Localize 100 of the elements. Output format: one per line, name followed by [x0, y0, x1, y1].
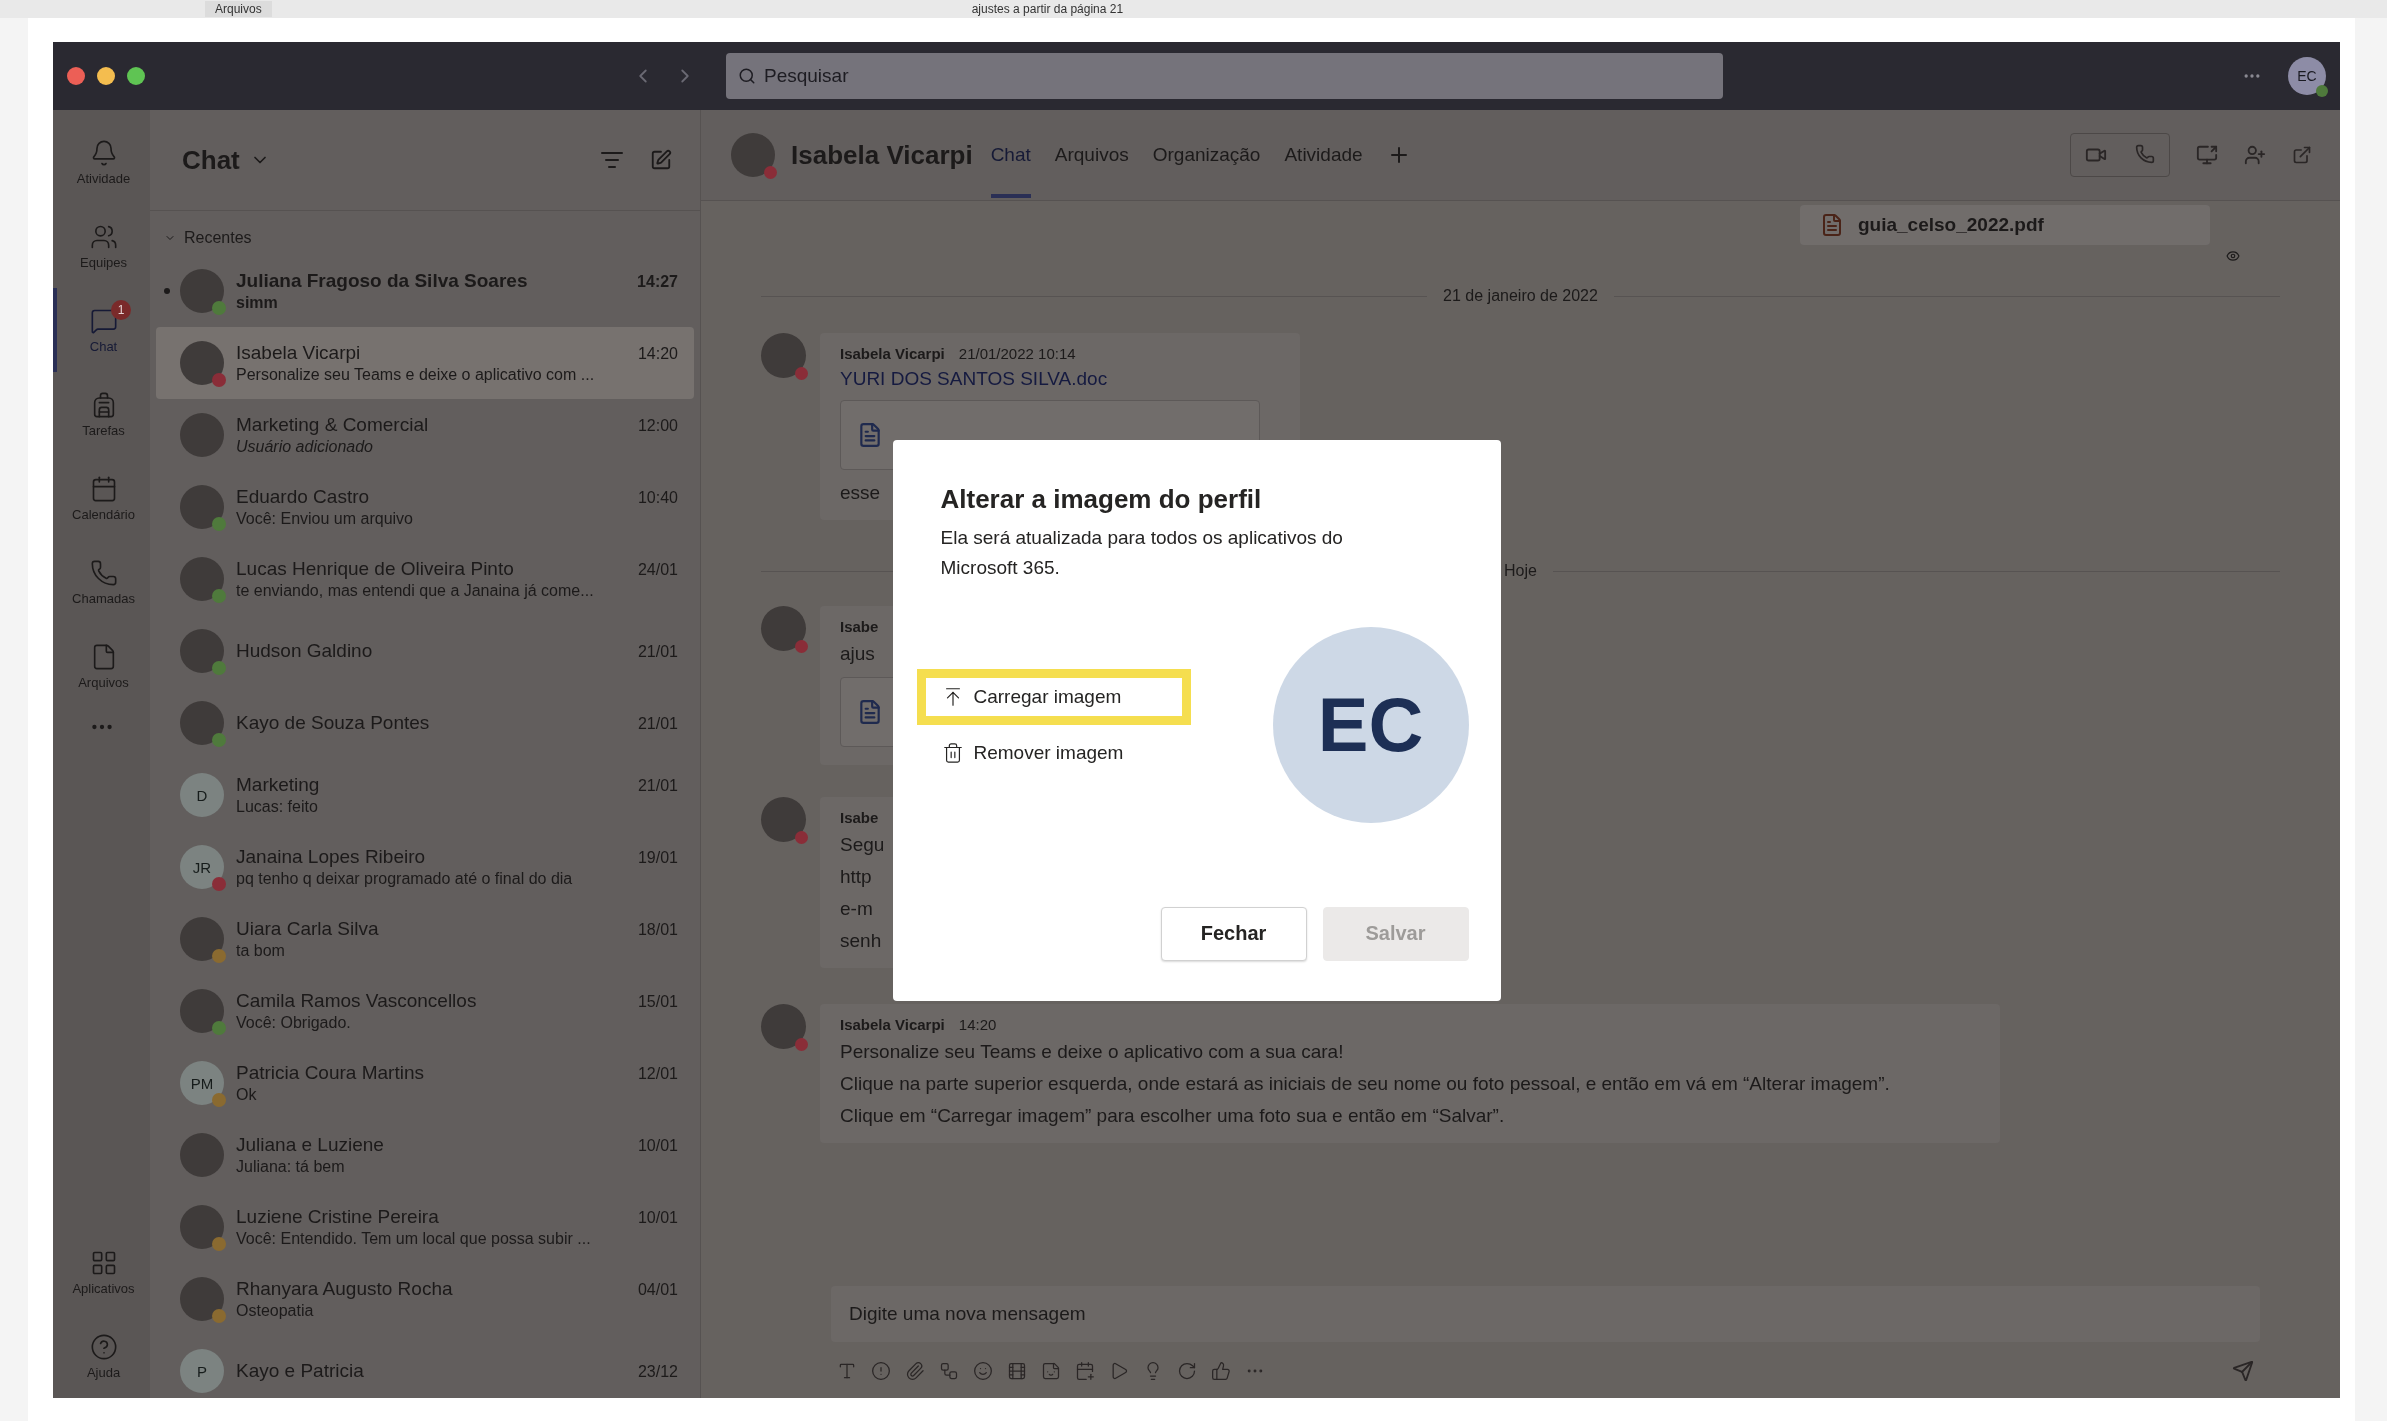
chat-item[interactable]: Eduardo Castro 10:40 Você: Enviou um arquivo	[156, 471, 694, 543]
chat-item[interactable]: Rhanyara Augusto Rocha 04/01 Osteopatia	[156, 1263, 694, 1335]
rail-item[interactable]: Aplicativos	[53, 1230, 150, 1314]
maximize-icon[interactable]	[127, 67, 145, 85]
chat-item[interactable]: PM Patricia Coura Martins 12/01 Ok	[156, 1047, 694, 1119]
chat-item[interactable]: Juliana Fragoso da Silva Soares 14:27 simm	[156, 255, 694, 327]
close-icon[interactable]	[67, 67, 85, 85]
rail-item[interactable]: Equipes	[53, 204, 150, 288]
share-screen-icon[interactable]	[2196, 144, 2218, 166]
chat-name: Lucas Henrique de Oliveira Pinto	[236, 558, 514, 580]
rail-item[interactable]: Chamadas	[53, 540, 150, 624]
chat-item[interactable]: Camila Ramos Vasconcellos 15/01 Você: Obrigado.	[156, 975, 694, 1047]
tab[interactable]: Atividade	[1284, 112, 1363, 198]
chat-item[interactable]: Luziene Cristine Pereira 10/01 Você: Entendido. Tem um local que possa subir ...	[156, 1191, 694, 1263]
rail-item[interactable]: Tarefas	[53, 372, 150, 456]
avatar	[180, 1133, 224, 1177]
pop-out-icon[interactable]	[2292, 145, 2312, 165]
chat-name: Juliana Fragoso da Silva Soares	[236, 270, 528, 292]
chat-item[interactable]: JR Janaina Lopes Ribeiro 19/01 pq tenho q deixar programado até o final do dia	[156, 831, 694, 903]
rail-item[interactable]: Atividade	[53, 120, 150, 204]
compose-icon[interactable]	[650, 149, 672, 171]
account-avatar[interactable]: EC	[2288, 57, 2326, 95]
refresh-icon[interactable]	[1177, 1361, 1197, 1381]
tab[interactable]: Chat	[990, 112, 1031, 198]
chat-time: 10/01	[637, 1209, 678, 1227]
dialog-option[interactable]: Carregar imagem	[916, 668, 1191, 725]
section-label: Recentes	[184, 229, 252, 247]
exclamation-icon[interactable]	[871, 1361, 891, 1381]
sticker-icon[interactable]	[1041, 1361, 1061, 1381]
message-text: senh	[840, 929, 882, 953]
document-icon	[857, 699, 883, 725]
chat-item[interactable]: Kayo de Souza Pontes 21/01	[156, 687, 694, 759]
chat-item[interactable]: D Marketing 21/01 Lucas: feito	[156, 759, 694, 831]
chat-preview: Lucas: feito	[236, 798, 318, 816]
rail-item[interactable]: Ajuda	[53, 1314, 150, 1398]
chat-preview: simm	[236, 294, 278, 312]
rail-item[interactable]: Arquivos	[53, 624, 150, 708]
rail-item[interactable]: Calendário	[53, 456, 150, 540]
paperclip-icon[interactable]	[905, 1361, 925, 1381]
chat-preview: Juliana: tá bem	[236, 1158, 345, 1176]
chat-name: Isabela Vicarpi	[236, 342, 361, 364]
chat-item[interactable]: Marketing & Comercial 12:00 Usuário adicionado	[156, 399, 694, 471]
chat-name: Kayo de Souza Pontes	[236, 712, 430, 734]
message-text: Personalize seu Teams e deixe o aplicativo com a sua cara!	[840, 1040, 1344, 1064]
presence-dot	[795, 367, 808, 380]
chat-name: Rhanyara Augusto Rocha	[236, 1278, 453, 1300]
chat-item[interactable]: Juliana e Luziene 10/01 Juliana: tá bem	[156, 1119, 694, 1191]
chat-preview: te enviando, mas entendi que a Janaina já come...	[236, 582, 594, 600]
chat-time: 14:20	[637, 345, 678, 363]
add-people-icon[interactable]	[2244, 144, 2266, 166]
chat-item[interactable]: Uiara Carla Silva 18/01 ta bom	[156, 903, 694, 975]
search-icon	[738, 67, 756, 85]
presence-dot	[795, 831, 808, 844]
message-text: e-m	[840, 897, 873, 921]
chat-preview: Usuário adicionado	[236, 438, 373, 456]
chat-preview: ta bom	[236, 942, 285, 960]
rail-icon	[89, 1332, 118, 1361]
message-author: Isabe	[840, 809, 879, 826]
chat-item[interactable]: Lucas Henrique de Oliveira Pinto 24/01 te enviando, mas entendi que a Janaina já come...	[156, 543, 694, 615]
chat-item[interactable]: Isabela Vicarpi 14:20 Personalize seu Teams e deixe o aplicativo com ...	[156, 327, 694, 399]
unread-badge: 1	[111, 300, 131, 320]
chat-time: 10:40	[637, 489, 678, 507]
profile-avatar: EC	[1272, 626, 1469, 823]
message-author: Isabe	[840, 618, 879, 635]
message-text: esse	[840, 481, 881, 505]
chat-name: Uiara Carla Silva	[236, 918, 379, 940]
send-icon[interactable]	[2232, 1360, 2254, 1382]
chat-item[interactable]: P Kayo e Patricia 23/12	[156, 1335, 694, 1398]
minimize-icon[interactable]	[97, 67, 115, 85]
chat-preview: Osteopatia	[236, 1302, 314, 1320]
file-icon	[1820, 213, 1844, 237]
calendar-icon[interactable]	[1075, 1361, 1095, 1381]
chat-time: 18/01	[637, 921, 678, 939]
message-time: 21/01/2022 10:14	[958, 345, 1076, 362]
file-card[interactable]: guia_celso_2022.pdf	[1800, 205, 2210, 245]
file-link[interactable]: YURI DOS SANTOS SILVA.doc	[840, 368, 1108, 390]
thumbs-up-icon[interactable]	[1211, 1361, 1231, 1381]
gif-icon[interactable]	[1007, 1361, 1027, 1381]
chat-preview: Ok	[236, 1086, 257, 1104]
chat-preview: Você: Entendido. Tem um local que possa subir ...	[236, 1230, 591, 1248]
tab[interactable]: Arquivos	[1054, 112, 1129, 198]
chat-time: 14:27	[637, 273, 678, 291]
presence-dot	[2316, 85, 2328, 97]
loop-icon[interactable]	[939, 1361, 959, 1381]
tab[interactable]: Organização	[1152, 112, 1261, 198]
chat-item[interactable]: Hudson Galdino 21/01	[156, 615, 694, 687]
search-field[interactable]: Pesquisar	[726, 53, 1723, 99]
document-icon	[857, 422, 883, 448]
smiley-icon[interactable]	[973, 1361, 993, 1381]
chat-name: Camila Ramos Vasconcellos	[236, 990, 477, 1012]
message-text: ajus	[840, 642, 875, 666]
chat-time: 21/01	[637, 777, 678, 795]
chat-name: Marketing & Comercial	[236, 414, 429, 436]
chat-name: Kayo e Patricia	[236, 1360, 364, 1382]
presence-dot	[795, 640, 808, 653]
message-input[interactable]: Digite uma nova mensagem	[831, 1286, 2260, 1342]
chat-name: Eduardo Castro	[236, 486, 370, 508]
close-button[interactable]: Fechar	[1160, 906, 1307, 961]
format-icon[interactable]	[837, 1361, 857, 1381]
avatar: D	[180, 773, 224, 817]
